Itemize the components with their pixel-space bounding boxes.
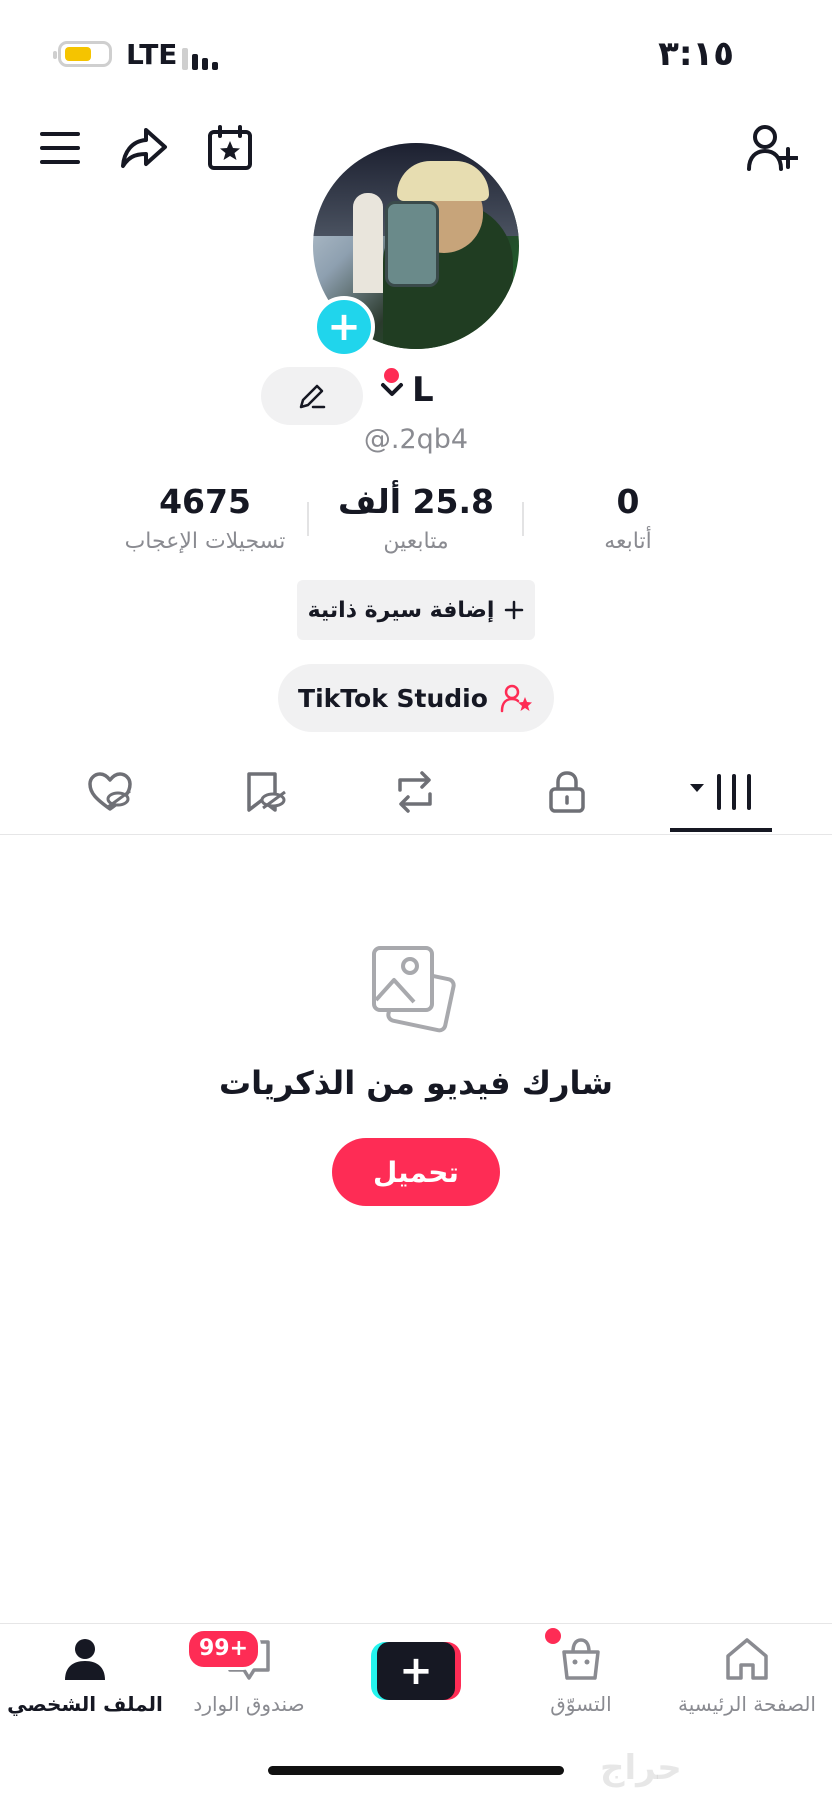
add-friend-icon[interactable]	[744, 120, 800, 176]
lock-icon	[549, 771, 585, 813]
likes-label: تسجيلات الإعجاب	[124, 529, 286, 554]
tab-videos[interactable]	[666, 762, 776, 822]
edit-profile-button[interactable]	[261, 367, 363, 425]
likes-stat[interactable]: 4675 تسجيلات الإعجاب	[95, 482, 315, 554]
home-icon	[726, 1638, 768, 1680]
followers-stat[interactable]: 25.8 ألف متابعين	[316, 482, 516, 554]
home-indicator[interactable]	[268, 1766, 564, 1775]
profile-icon	[65, 1639, 105, 1680]
notification-dot	[384, 368, 399, 383]
following-count: 0	[616, 482, 640, 521]
nav-shop[interactable]: التسوّق	[496, 1636, 666, 1716]
upload-button[interactable]: تحميل	[332, 1138, 500, 1206]
battery-icon	[53, 41, 112, 67]
nav-profile-label: الملف الشخصي	[7, 1692, 163, 1716]
stat-divider	[522, 502, 524, 536]
tabs-divider	[0, 834, 832, 835]
signal-icon	[182, 42, 218, 70]
nav-divider	[0, 1623, 832, 1624]
repost-icon	[398, 771, 432, 813]
network-type: LTE	[126, 38, 178, 71]
plus-icon	[505, 600, 524, 620]
bookmark-hidden-icon	[247, 772, 286, 812]
shop-notification-dot	[545, 1628, 561, 1644]
photos-icon	[370, 944, 462, 1036]
tab-private[interactable]	[512, 762, 622, 822]
create-button[interactable]: +	[371, 1642, 461, 1700]
empty-state-title: شارك فيديو من الذكريات	[218, 1064, 613, 1102]
stat-divider	[307, 502, 309, 536]
username: @.2qb4	[363, 424, 469, 455]
add-bio-label: إضافة سيرة ذاتية	[307, 597, 495, 623]
share-icon[interactable]	[118, 122, 170, 174]
pencil-icon	[299, 384, 326, 409]
likes-count: 4675	[159, 482, 251, 521]
nav-shop-label: التسوّق	[550, 1692, 612, 1716]
menu-icon[interactable]	[36, 124, 84, 172]
shopping-bag-icon	[562, 1638, 600, 1680]
studio-label: TikTok Studio	[298, 683, 488, 713]
following-stat[interactable]: 0 أتابعه	[548, 482, 708, 554]
calendar-star-icon[interactable]	[204, 122, 256, 174]
tab-reposts[interactable]	[360, 762, 470, 822]
watermark-logo: حراج	[600, 1748, 682, 1788]
nav-profile[interactable]: الملف الشخصي	[0, 1636, 170, 1716]
followers-count: 25.8 ألف	[338, 482, 494, 521]
add-avatar-button[interactable]: +	[313, 296, 375, 358]
following-label: أتابعه	[604, 529, 652, 554]
tab-liked[interactable]	[55, 762, 165, 822]
tiktok-studio-button[interactable]: TikTok Studio	[278, 664, 554, 732]
status-time: ٣:١٥	[658, 34, 734, 74]
creator-star-icon	[500, 684, 532, 713]
heart-hidden-icon	[88, 772, 132, 811]
followers-label: متابعين	[383, 529, 449, 554]
nav-home[interactable]: الصفحة الرئيسية	[662, 1636, 832, 1716]
inbox-badge: 99+	[186, 1628, 262, 1670]
nav-home-label: الصفحة الرئيسية	[678, 1692, 816, 1716]
profile-name: L	[412, 370, 434, 410]
plus-icon: +	[377, 1642, 455, 1700]
active-tab-indicator	[670, 828, 772, 832]
video-grid-icon	[690, 774, 751, 810]
tab-saved[interactable]	[210, 762, 320, 822]
nav-inbox-label: صندوق الوارد	[193, 1692, 305, 1716]
add-bio-button[interactable]: إضافة سيرة ذاتية	[297, 580, 535, 640]
